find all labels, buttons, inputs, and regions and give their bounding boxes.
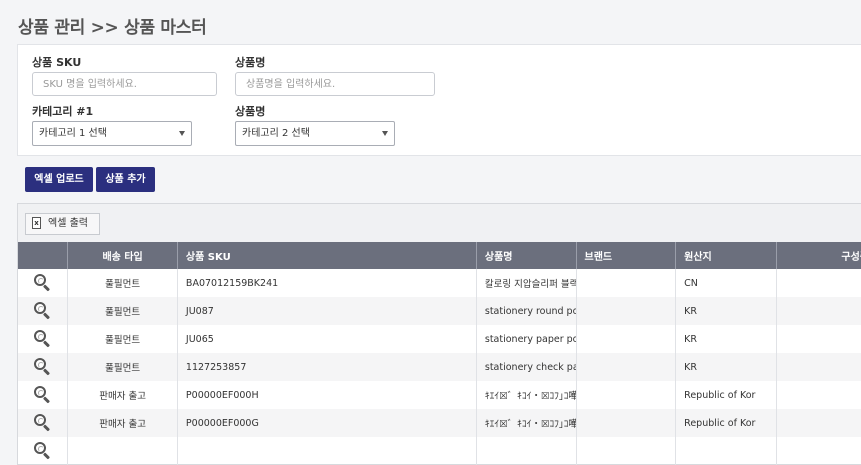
excel-icon: x: [32, 217, 41, 229]
magnifier-icon[interactable]: [33, 442, 52, 460]
magnifier-icon[interactable]: [33, 302, 52, 320]
delivery-type-cell: 풀필먼트: [67, 353, 178, 381]
brand-cell: [576, 297, 677, 325]
delivery-type-cell: 풀필먼트: [67, 325, 178, 353]
product-name-cell: stationery check pattern paper pouch: [476, 353, 577, 381]
table-header-row: 배송 타입 상품 SKU 상품명 브랜드 원산지 구성품: [18, 242, 861, 269]
category2-select[interactable]: 카테고리 2 선택: [235, 121, 395, 146]
sku-cell: P00000EF000H: [177, 381, 477, 409]
column-header-action: [18, 242, 69, 269]
excel-upload-button[interactable]: 엑셀 업로드: [25, 167, 93, 192]
delivery-type-cell: 판매자 출고: [67, 381, 178, 409]
column-header-sku[interactable]: 상품 SKU: [177, 242, 477, 269]
column-header-components[interactable]: 구성품: [776, 242, 861, 269]
product-name-input[interactable]: [235, 72, 435, 96]
product-grid: x 엑셀 출력 배송 타입 상품 SKU 상품명 브랜드 원산지 구성품 풀필먼…: [17, 203, 861, 465]
category2-value: 카테고리 2 선택: [242, 128, 310, 139]
row-action-cell[interactable]: [18, 437, 69, 465]
sku-cell: JU087: [177, 297, 477, 325]
origin-cell: [675, 437, 778, 465]
table-row: [18, 437, 861, 465]
product-name-cell: ｷｴｲ☒゛ｷｺｲ・☒ｺﾌ｣ｺ嘩ﾚｷｵﾑｵﾁｵｯｿｿｸﾌﾇﾁｷﾁ: [476, 381, 577, 409]
column-header-brand[interactable]: 브랜드: [576, 242, 677, 269]
product-name-cell: ｷｴｲ☒゛ｷｺｲ・☒ｺﾌ｣ｺ嘩ﾚｷｵﾑｵﾁｵｯｿｿｸﾌﾇﾁｷﾁ: [476, 409, 577, 437]
components-cell: 1: [776, 381, 861, 409]
brand-cell: [576, 325, 677, 353]
row-action-cell[interactable]: [18, 381, 69, 409]
sku-cell: [177, 437, 477, 465]
brand-cell: [576, 353, 677, 381]
category1-label: 카테고리 #1: [32, 105, 94, 118]
product-name-cell: [476, 437, 577, 465]
origin-cell: KR: [675, 325, 778, 353]
table-row: 판매자 출고 P00000EF000H ｷｴｲ☒゛ｷｺｲ・☒ｺﾌ｣ｺ嘩ﾚｷｵﾑｵ…: [18, 381, 861, 409]
excel-export-button[interactable]: x 엑셀 출력: [25, 213, 100, 235]
excel-export-label: 엑셀 출력: [48, 218, 88, 229]
table-row: 풀필먼트 JU087 stationery round pouch box KR…: [18, 297, 861, 325]
delivery-type-cell: 풀필먼트: [67, 297, 178, 325]
chevron-down-icon: [382, 131, 388, 136]
magnifier-icon[interactable]: [33, 414, 52, 432]
category2-label: 상품명: [235, 105, 266, 118]
table-row: 풀필먼트 1127253857 stationery check pattern…: [18, 353, 861, 381]
sku-cell: P00000EF000G: [177, 409, 477, 437]
components-cell: [776, 437, 861, 465]
magnifier-icon[interactable]: [33, 330, 52, 348]
components-cell: 1: [776, 269, 861, 297]
grid-toolbar: x 엑셀 출력: [18, 204, 861, 242]
page-title: 상품 관리 >> 상품 마스터: [18, 18, 207, 38]
row-action-cell[interactable]: [18, 269, 69, 297]
table-row: 풀필먼트 BA07012159BK241 칼로링 지압슬리퍼 블랙 240 AC…: [18, 269, 861, 297]
sku-label: 상품 SKU: [32, 56, 82, 69]
chevron-down-icon: [179, 131, 185, 136]
product-name-cell: 칼로링 지압슬리퍼 블랙 240 ACUPRESSURE SLIPPERS: [476, 269, 577, 297]
product-name-cell: stationery round pouch box: [476, 297, 577, 325]
add-product-button[interactable]: 상품 추가: [96, 167, 155, 192]
brand-cell: [576, 381, 677, 409]
components-cell: 1: [776, 409, 861, 437]
magnifier-icon[interactable]: [33, 386, 52, 404]
delivery-type-cell: 판매자 출고: [67, 409, 178, 437]
origin-cell: Republic of Kor: [675, 409, 778, 437]
origin-cell: Republic of Kor: [675, 381, 778, 409]
magnifier-icon[interactable]: [33, 274, 52, 292]
search-filter-panel: 상품 SKU 상품명 카테고리 #1 카테고리 1 선택 상품명 카테고리 2 …: [17, 44, 861, 156]
brand-cell: [576, 409, 677, 437]
column-header-product-name[interactable]: 상품명: [476, 242, 577, 269]
product-name-cell: stationery paper pocket box: [476, 325, 577, 353]
components-cell: 1: [776, 325, 861, 353]
components-cell: 1: [776, 353, 861, 381]
product-name-label: 상품명: [235, 56, 266, 69]
product-table: 배송 타입 상품 SKU 상품명 브랜드 원산지 구성품 풀필먼트 BA0701…: [18, 242, 861, 465]
components-cell: 1: [776, 297, 861, 325]
origin-cell: KR: [675, 297, 778, 325]
category1-value: 카테고리 1 선택: [39, 128, 107, 139]
table-row: 풀필먼트 JU065 stationery paper pocket box K…: [18, 325, 861, 353]
row-action-cell[interactable]: [18, 325, 69, 353]
magnifier-icon[interactable]: [33, 358, 52, 376]
brand-cell: [576, 437, 677, 465]
column-header-delivery-type[interactable]: 배송 타입: [67, 242, 178, 269]
origin-cell: CN: [675, 269, 778, 297]
table-row: 판매자 출고 P00000EF000G ｷｴｲ☒゛ｷｺｲ・☒ｺﾌ｣ｺ嘩ﾚｷｵﾑｵ…: [18, 409, 861, 437]
brand-cell: [576, 269, 677, 297]
column-header-origin[interactable]: 원산지: [675, 242, 778, 269]
sku-cell: 1127253857: [177, 353, 477, 381]
delivery-type-cell: 풀필먼트: [67, 269, 178, 297]
row-action-cell[interactable]: [18, 409, 69, 437]
row-action-cell[interactable]: [18, 297, 69, 325]
origin-cell: KR: [675, 353, 778, 381]
sku-search-input[interactable]: [32, 72, 217, 96]
sku-cell: BA07012159BK241: [177, 269, 477, 297]
sku-cell: JU065: [177, 325, 477, 353]
delivery-type-cell: [67, 437, 178, 465]
category1-select[interactable]: 카테고리 1 선택: [32, 121, 192, 146]
row-action-cell[interactable]: [18, 353, 69, 381]
